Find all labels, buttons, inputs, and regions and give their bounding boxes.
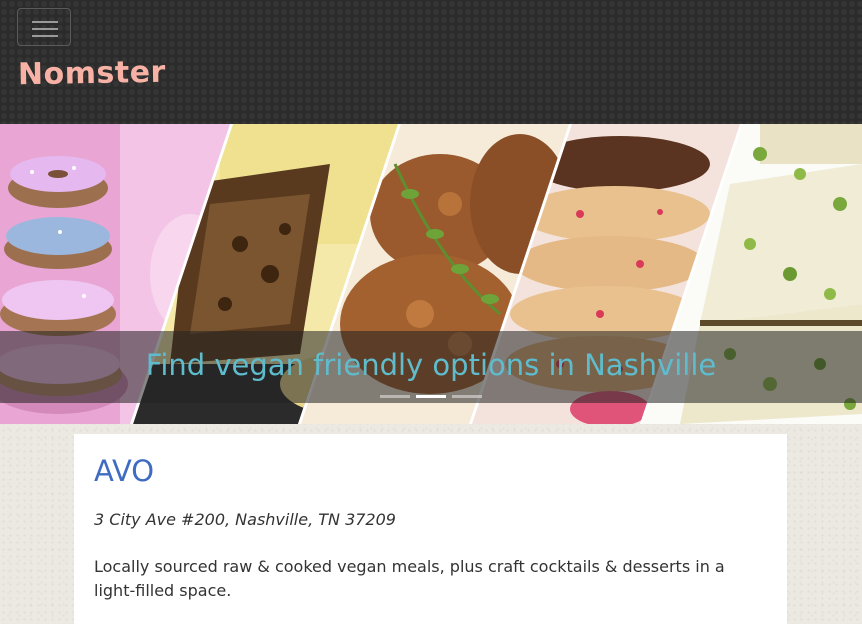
carousel-indicator-3[interactable] xyxy=(452,395,482,398)
hero-carousel[interactable]: Find vegan friendly options in Nashville xyxy=(0,124,862,424)
place-name-link[interactable]: AVO xyxy=(94,454,767,488)
place-description: Locally sourced raw & cooked vegan meals… xyxy=(94,557,725,600)
navbar: Nomster xyxy=(0,0,862,124)
carousel-indicator-1[interactable] xyxy=(380,395,410,398)
place-address: 3 City Ave #200, Nashville, TN 37209 xyxy=(94,510,396,529)
carousel-indicators xyxy=(380,395,482,398)
hamburger-menu-icon xyxy=(32,21,58,23)
navbar-toggler-button[interactable] xyxy=(17,8,71,46)
brand-logo[interactable]: Nomster xyxy=(18,55,166,93)
place-card: AVO 3 City Ave #200, Nashville, TN 37209… xyxy=(74,434,787,624)
carousel-indicator-2[interactable] xyxy=(416,395,446,398)
hamburger-bar xyxy=(32,35,58,37)
carousel-caption: Find vegan friendly options in Nashville xyxy=(145,348,717,382)
hamburger-bar xyxy=(32,28,58,30)
